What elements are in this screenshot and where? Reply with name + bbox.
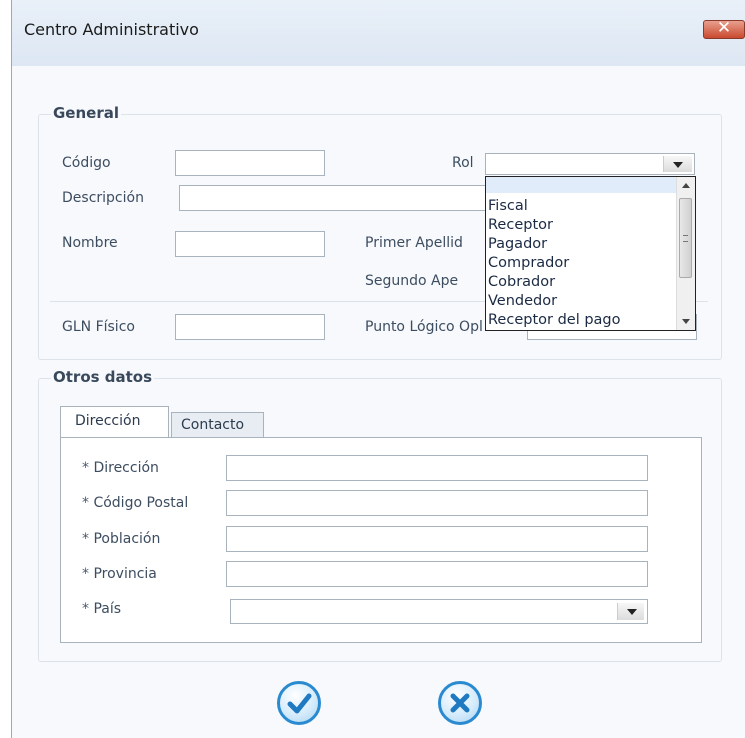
rol-option-vendedor[interactable]: Vendedor — [486, 292, 676, 311]
x-circle-icon — [450, 693, 470, 713]
scroll-thumb[interactable] — [679, 198, 692, 278]
gln-fisico-label: GLN Físico — [62, 319, 135, 335]
grip-icon — [683, 235, 688, 242]
rol-option[interactable] — [486, 177, 676, 193]
poblacion-input[interactable] — [226, 526, 648, 552]
dialog-window: Centro Administrativo ✕ General Código R… — [11, 0, 745, 738]
accept-button[interactable] — [277, 681, 321, 725]
dialog-content: General Código Rol Descripción Nombre Pr… — [12, 66, 745, 738]
rol-select[interactable] — [485, 153, 695, 175]
rol-option-receptor-del-pago[interactable]: Receptor del pago — [486, 311, 676, 330]
rol-dropdown-list[interactable]: Fiscal Receptor Pagador Comprador Cobrad… — [485, 176, 696, 331]
codigo-label: Código — [62, 155, 111, 171]
primer-apellido-label: Primer Apellid — [365, 235, 463, 251]
required-mark: * — [82, 495, 89, 511]
provincia-field-label: * Provincia — [82, 566, 157, 582]
provincia-input[interactable] — [226, 561, 648, 587]
nombre-label: Nombre — [62, 235, 118, 251]
close-button[interactable]: ✕ — [703, 18, 745, 39]
close-icon: ✕ — [716, 18, 732, 38]
pais-dropdown-button[interactable] — [617, 603, 644, 620]
direccion-field-label: * Dirección — [82, 460, 159, 476]
chevron-down-icon — [627, 609, 637, 615]
rol-dropdown-button[interactable] — [663, 156, 692, 172]
rol-label: Rol — [452, 155, 474, 171]
required-mark: * — [82, 601, 89, 617]
pais-field-label: * País — [82, 601, 121, 617]
punto-logico-label: Punto Lógico Opl — [365, 319, 483, 335]
pais-label-text: País — [93, 601, 122, 617]
tab-direccion[interactable]: Dirección — [60, 406, 169, 438]
chevron-down-icon — [673, 162, 683, 168]
scroll-down-button[interactable] — [677, 314, 695, 330]
poblacion-field-label: * Población — [82, 531, 160, 547]
rol-option-comprador[interactable]: Comprador — [486, 254, 676, 273]
rol-option-pagador[interactable]: Pagador — [486, 235, 676, 254]
otros-datos-title: Otros datos — [51, 368, 155, 386]
arrow-down-icon — [682, 319, 690, 324]
tab-contacto[interactable]: Contacto — [171, 412, 264, 438]
nombre-input[interactable] — [175, 231, 325, 257]
general-title: General — [51, 104, 121, 122]
provincia-label-text: Provincia — [93, 566, 157, 582]
rol-option-fiscal[interactable]: Fiscal — [486, 197, 676, 216]
gln-fisico-input[interactable] — [175, 314, 325, 340]
dropdown-scrollbar[interactable] — [676, 177, 695, 330]
title-bar: Centro Administrativo ✕ — [12, 0, 745, 66]
codigo-postal-label-text: Código Postal — [93, 495, 189, 511]
direccion-input[interactable] — [226, 455, 648, 481]
descripcion-input[interactable] — [179, 185, 499, 211]
codigo-input[interactable] — [175, 150, 325, 176]
segundo-apellido-label: Segundo Ape — [365, 273, 459, 289]
rol-option-cobrador[interactable]: Cobrador — [486, 273, 676, 292]
arrow-up-icon — [682, 183, 690, 188]
rol-option-receptor[interactable]: Receptor — [486, 216, 676, 235]
window-title: Centro Administrativo — [24, 20, 199, 39]
required-mark: * — [82, 460, 89, 476]
descripcion-label: Descripción — [62, 190, 144, 206]
rol-options: Fiscal Receptor Pagador Comprador Cobrad… — [486, 177, 676, 330]
codigo-postal-field-label: * Código Postal — [82, 495, 188, 511]
required-mark: * — [82, 531, 89, 547]
required-mark: * — [82, 566, 89, 582]
poblacion-label-text: Población — [93, 531, 161, 547]
pais-select[interactable] — [230, 599, 648, 624]
cancel-button[interactable] — [438, 681, 482, 725]
codigo-postal-input[interactable] — [226, 490, 648, 516]
check-circle-icon — [287, 693, 312, 714]
direccion-label-text: Dirección — [93, 460, 159, 476]
scroll-up-button[interactable] — [677, 177, 695, 193]
